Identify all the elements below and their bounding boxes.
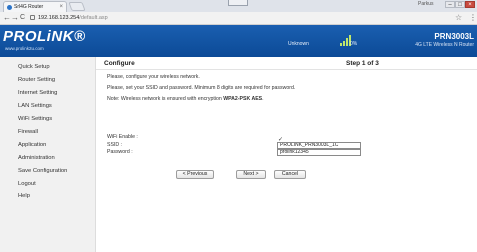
browser-menu-icon[interactable]: ⋮ <box>469 13 477 22</box>
network-status: Unknown <box>288 41 309 47</box>
window-handle <box>228 0 248 6</box>
new-tab-button[interactable] <box>68 2 86 11</box>
cancel-button[interactable]: Cancel <box>274 170 306 179</box>
ssid-field[interactable]: PROLINK_PRN3003L_1C <box>277 142 361 149</box>
sidebar-item-help[interactable]: Help <box>18 193 30 199</box>
maximize-icon[interactable]: □ <box>455 1 465 8</box>
sidebar-item-router-setting[interactable]: Router Setting <box>18 77 55 83</box>
browser-titlebar: Srl4G Router × Parkus – □ × <box>0 0 477 12</box>
address-path: /default.asp <box>79 15 108 21</box>
password-field[interactable]: prolink12345 <box>277 149 361 156</box>
minimize-icon[interactable]: – <box>445 1 455 8</box>
sidebar-item-logout[interactable]: Logout <box>18 181 36 187</box>
password-label: Password : <box>107 149 133 155</box>
signal-percent: 0% <box>350 41 358 47</box>
encryption-type: WPA2-PSK AES <box>223 96 263 102</box>
step-indicator: Step 1 of 3 <box>346 60 379 67</box>
configure-panel: Configure Step 1 of 3 Please, configure … <box>96 57 477 252</box>
sidebar-item-firewall[interactable]: Firewall <box>18 129 38 135</box>
sidebar-nav: Quick Setup Router Setting Internet Sett… <box>0 57 96 252</box>
browser-tab[interactable]: Srl4G Router × <box>3 1 67 12</box>
wifi-enable-label: WiFi Enable : <box>107 134 138 140</box>
sidebar-item-administration[interactable]: Administration <box>18 155 55 161</box>
close-window-icon[interactable]: × <box>465 1 475 8</box>
intro-text: Please, configure your wireless network. <box>107 74 200 80</box>
profile-label[interactable]: Parkus <box>418 1 434 7</box>
logo-url: www.prolink2u.com <box>5 46 44 51</box>
model-description: 4G LTE Wireless N Router <box>415 42 474 48</box>
forward-icon[interactable]: → <box>11 13 19 23</box>
encryption-note: Note: Wireless network is ensured with e… <box>107 96 264 102</box>
sidebar-item-wifi-settings[interactable]: WiFi Settings <box>18 116 52 122</box>
model-name: PRN3003L <box>434 32 474 41</box>
back-icon[interactable]: ← <box>3 13 11 23</box>
router-header: PROLiNK® www.prolink2u.com Unknown 0% PR… <box>0 25 477 57</box>
sidebar-item-lan-settings[interactable]: LAN Settings <box>18 103 52 109</box>
page-info-icon[interactable] <box>30 15 35 20</box>
sidebar-item-quick-setup[interactable]: Quick Setup <box>18 64 50 70</box>
previous-button[interactable]: < Previous <box>176 170 214 179</box>
next-button[interactable]: Next > <box>236 170 266 179</box>
reload-icon[interactable]: C <box>20 13 25 23</box>
ssid-instructions: Please, set your SSID and password. Mini… <box>107 85 296 91</box>
browser-toolbar: ← → C 192.168.123.254/default.asp ☆ ⋮ <box>0 12 477 25</box>
bookmark-star-icon[interactable]: ☆ <box>455 13 462 22</box>
title-divider <box>96 69 477 70</box>
sidebar-item-internet-setting[interactable]: Internet Setting <box>18 90 57 96</box>
tab-title: Srl4G Router <box>14 4 44 10</box>
sidebar-item-application[interactable]: Application <box>18 142 46 148</box>
address-bar[interactable]: 192.168.123.254/default.asp <box>30 14 430 23</box>
tab-favicon-icon <box>7 5 12 10</box>
page-title: Configure <box>104 60 135 67</box>
sidebar-item-save-configuration[interactable]: Save Configuration <box>18 168 67 174</box>
tab-close-icon[interactable]: × <box>59 2 63 12</box>
address-host: 192.168.123.254 <box>38 15 80 21</box>
prolink-logo: PROLiNK® <box>3 28 86 45</box>
ssid-label: SSID : <box>107 142 122 148</box>
